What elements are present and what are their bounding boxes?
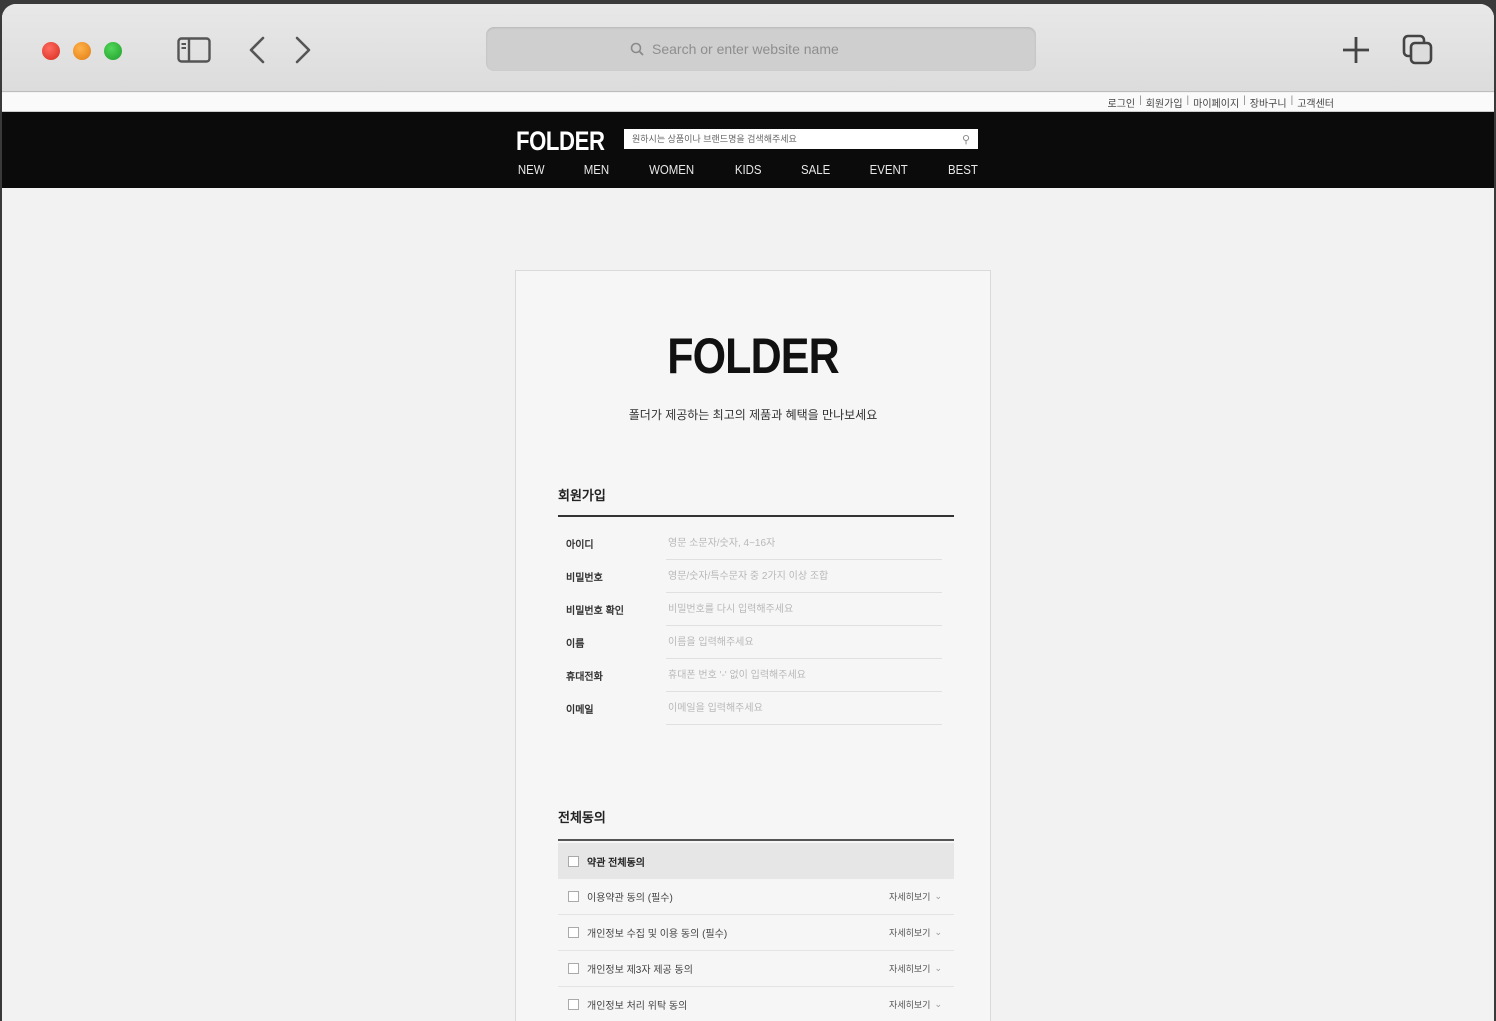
forward-button[interactable] <box>286 32 320 68</box>
site-search-input[interactable] <box>632 134 962 144</box>
browser-toolbar <box>2 4 1494 92</box>
signup-logo: FOLDER <box>667 328 839 384</box>
close-window-button[interactable] <box>42 42 60 60</box>
id-label: 아이디 <box>566 540 594 551</box>
chevron-down-icon: ⌄ <box>934 999 942 1009</box>
sidebar-icon <box>177 37 211 63</box>
separator: | <box>1139 95 1142 106</box>
agreement-label: 개인정보 제3자 제공 동의 <box>587 965 693 976</box>
password-input[interactable] <box>666 560 942 593</box>
password-confirm-input[interactable] <box>666 593 942 626</box>
search-icon <box>630 42 644 56</box>
join-link[interactable]: 회원가입 <box>1146 95 1183 110</box>
agreement-item: 개인정보 처리 위탁 동의 자세히보기 ⌄ <box>558 987 954 1021</box>
site-logo[interactable]: FOLDER <box>516 126 605 157</box>
address-input[interactable] <box>652 41 892 57</box>
name-row: 이름 <box>558 626 942 659</box>
zoom-window-button[interactable] <box>104 42 122 60</box>
phone-input[interactable] <box>666 659 942 692</box>
id-row: 아이디 <box>558 527 942 560</box>
signup-tagline: 폴더가 제공하는 최고의 제품과 혜택을 만나보세요 <box>628 408 878 422</box>
tabs-icon <box>1402 34 1433 65</box>
email-input[interactable] <box>666 692 942 725</box>
view-more-link[interactable]: 자세히보기 ⌄ <box>889 890 954 903</box>
divider <box>558 839 954 841</box>
agreement-checkbox[interactable] <box>568 891 579 902</box>
id-input[interactable] <box>666 527 942 560</box>
chevron-down-icon: ⌄ <box>934 963 942 973</box>
view-more-link[interactable]: 자세히보기 ⌄ <box>889 998 954 1011</box>
agreement-checkbox[interactable] <box>568 927 579 938</box>
nav-item-women[interactable]: WOMEN <box>649 162 694 177</box>
agreement-label: 이용약관 동의 (필수) <box>587 893 673 904</box>
name-label: 이름 <box>566 639 585 650</box>
view-more-link[interactable]: 자세히보기 ⌄ <box>889 926 954 939</box>
site-search-bar: ⚲ <box>624 129 978 149</box>
plus-icon <box>1343 37 1369 63</box>
agreement-item: 이용약관 동의 (필수) 자세히보기 ⌄ <box>558 879 954 915</box>
name-input[interactable] <box>666 626 942 659</box>
email-label: 이메일 <box>566 705 594 716</box>
login-link[interactable]: 로그인 <box>1108 95 1136 110</box>
nav-item-event[interactable]: EVENT <box>870 162 908 177</box>
chevron-down-icon: ⌄ <box>934 891 942 901</box>
site-header: FOLDER ⚲ NEW MEN WOMEN KIDS SALE EVENT B… <box>2 112 1494 188</box>
utility-bar: 로그인 | 회원가입 | 마이페이지 | 장바구니 | 고객센터 <box>2 93 1494 112</box>
nav-item-best[interactable]: BEST <box>948 162 978 177</box>
cart-link[interactable]: 장바구니 <box>1250 95 1287 110</box>
view-more-label: 자세히보기 <box>889 892 931 902</box>
password-label: 비밀번호 <box>566 573 603 584</box>
signup-card: FOLDER 폴더가 제공하는 최고의 제품과 혜택을 만나보세요 회원가입 아… <box>515 270 991 1021</box>
agreement-item: 개인정보 수집 및 이용 동의 (필수) 자세히보기 ⌄ <box>558 915 954 951</box>
mypage-link[interactable]: 마이페이지 <box>1193 95 1239 110</box>
tab-overview-button[interactable] <box>1398 32 1438 68</box>
agree-all-checkbox[interactable] <box>568 855 579 867</box>
signup-section-title: 회원가입 <box>558 488 606 503</box>
view-more-label: 자세히보기 <box>889 964 931 974</box>
phone-row: 휴대전화 <box>558 659 942 692</box>
view-more-label: 자세히보기 <box>889 928 931 938</box>
chevron-right-icon <box>295 36 311 64</box>
nav-item-new[interactable]: NEW <box>518 162 545 177</box>
back-button[interactable] <box>240 32 274 68</box>
view-more-link[interactable]: 자세히보기 ⌄ <box>889 962 954 975</box>
agreement-label: 개인정보 수집 및 이용 동의 (필수) <box>587 929 728 940</box>
agree-all-row[interactable]: 약관 전체동의 <box>558 843 954 879</box>
agreement-checkbox[interactable] <box>568 999 579 1010</box>
sidebar-toggle-button[interactable] <box>174 32 214 68</box>
agree-all-label: 약관 전체동의 <box>587 857 645 869</box>
chevron-left-icon <box>249 36 265 64</box>
separator: | <box>1290 95 1294 106</box>
password-confirm-label: 비밀번호 확인 <box>566 606 624 617</box>
search-icon[interactable]: ⚲ <box>962 133 970 146</box>
separator: | <box>1186 95 1190 106</box>
email-row: 이메일 <box>558 692 942 725</box>
separator: | <box>1243 95 1246 106</box>
agree-section-title: 전체동의 <box>558 810 606 825</box>
agreement-label: 개인정보 처리 위탁 동의 <box>587 1001 688 1012</box>
agreement-checkbox[interactable] <box>568 963 579 974</box>
view-more-label: 자세히보기 <box>889 1000 931 1010</box>
divider <box>558 515 954 517</box>
main-nav: NEW MEN WOMEN KIDS SALE EVENT BEST <box>516 162 980 177</box>
address-bar[interactable] <box>486 27 1036 71</box>
agreement-item: 개인정보 제3자 제공 동의 자세히보기 ⌄ <box>558 951 954 987</box>
nav-item-sale[interactable]: SALE <box>801 162 830 177</box>
password-confirm-row: 비밀번호 확인 <box>558 593 942 626</box>
minimize-window-button[interactable] <box>73 42 91 60</box>
nav-item-kids[interactable]: KIDS <box>735 162 762 177</box>
new-tab-button[interactable] <box>1336 32 1376 68</box>
browser-window: 로그인| 회원가입| 마이페이지| 장바구니| 고객센터 FOLDER ⚲ NE… <box>2 4 1494 1021</box>
chevron-down-icon: ⌄ <box>934 927 942 937</box>
support-link[interactable]: 고객센터 <box>1297 95 1334 110</box>
nav-item-men[interactable]: MEN <box>583 162 608 177</box>
password-row: 비밀번호 <box>558 560 942 593</box>
phone-label: 휴대전화 <box>566 672 603 683</box>
